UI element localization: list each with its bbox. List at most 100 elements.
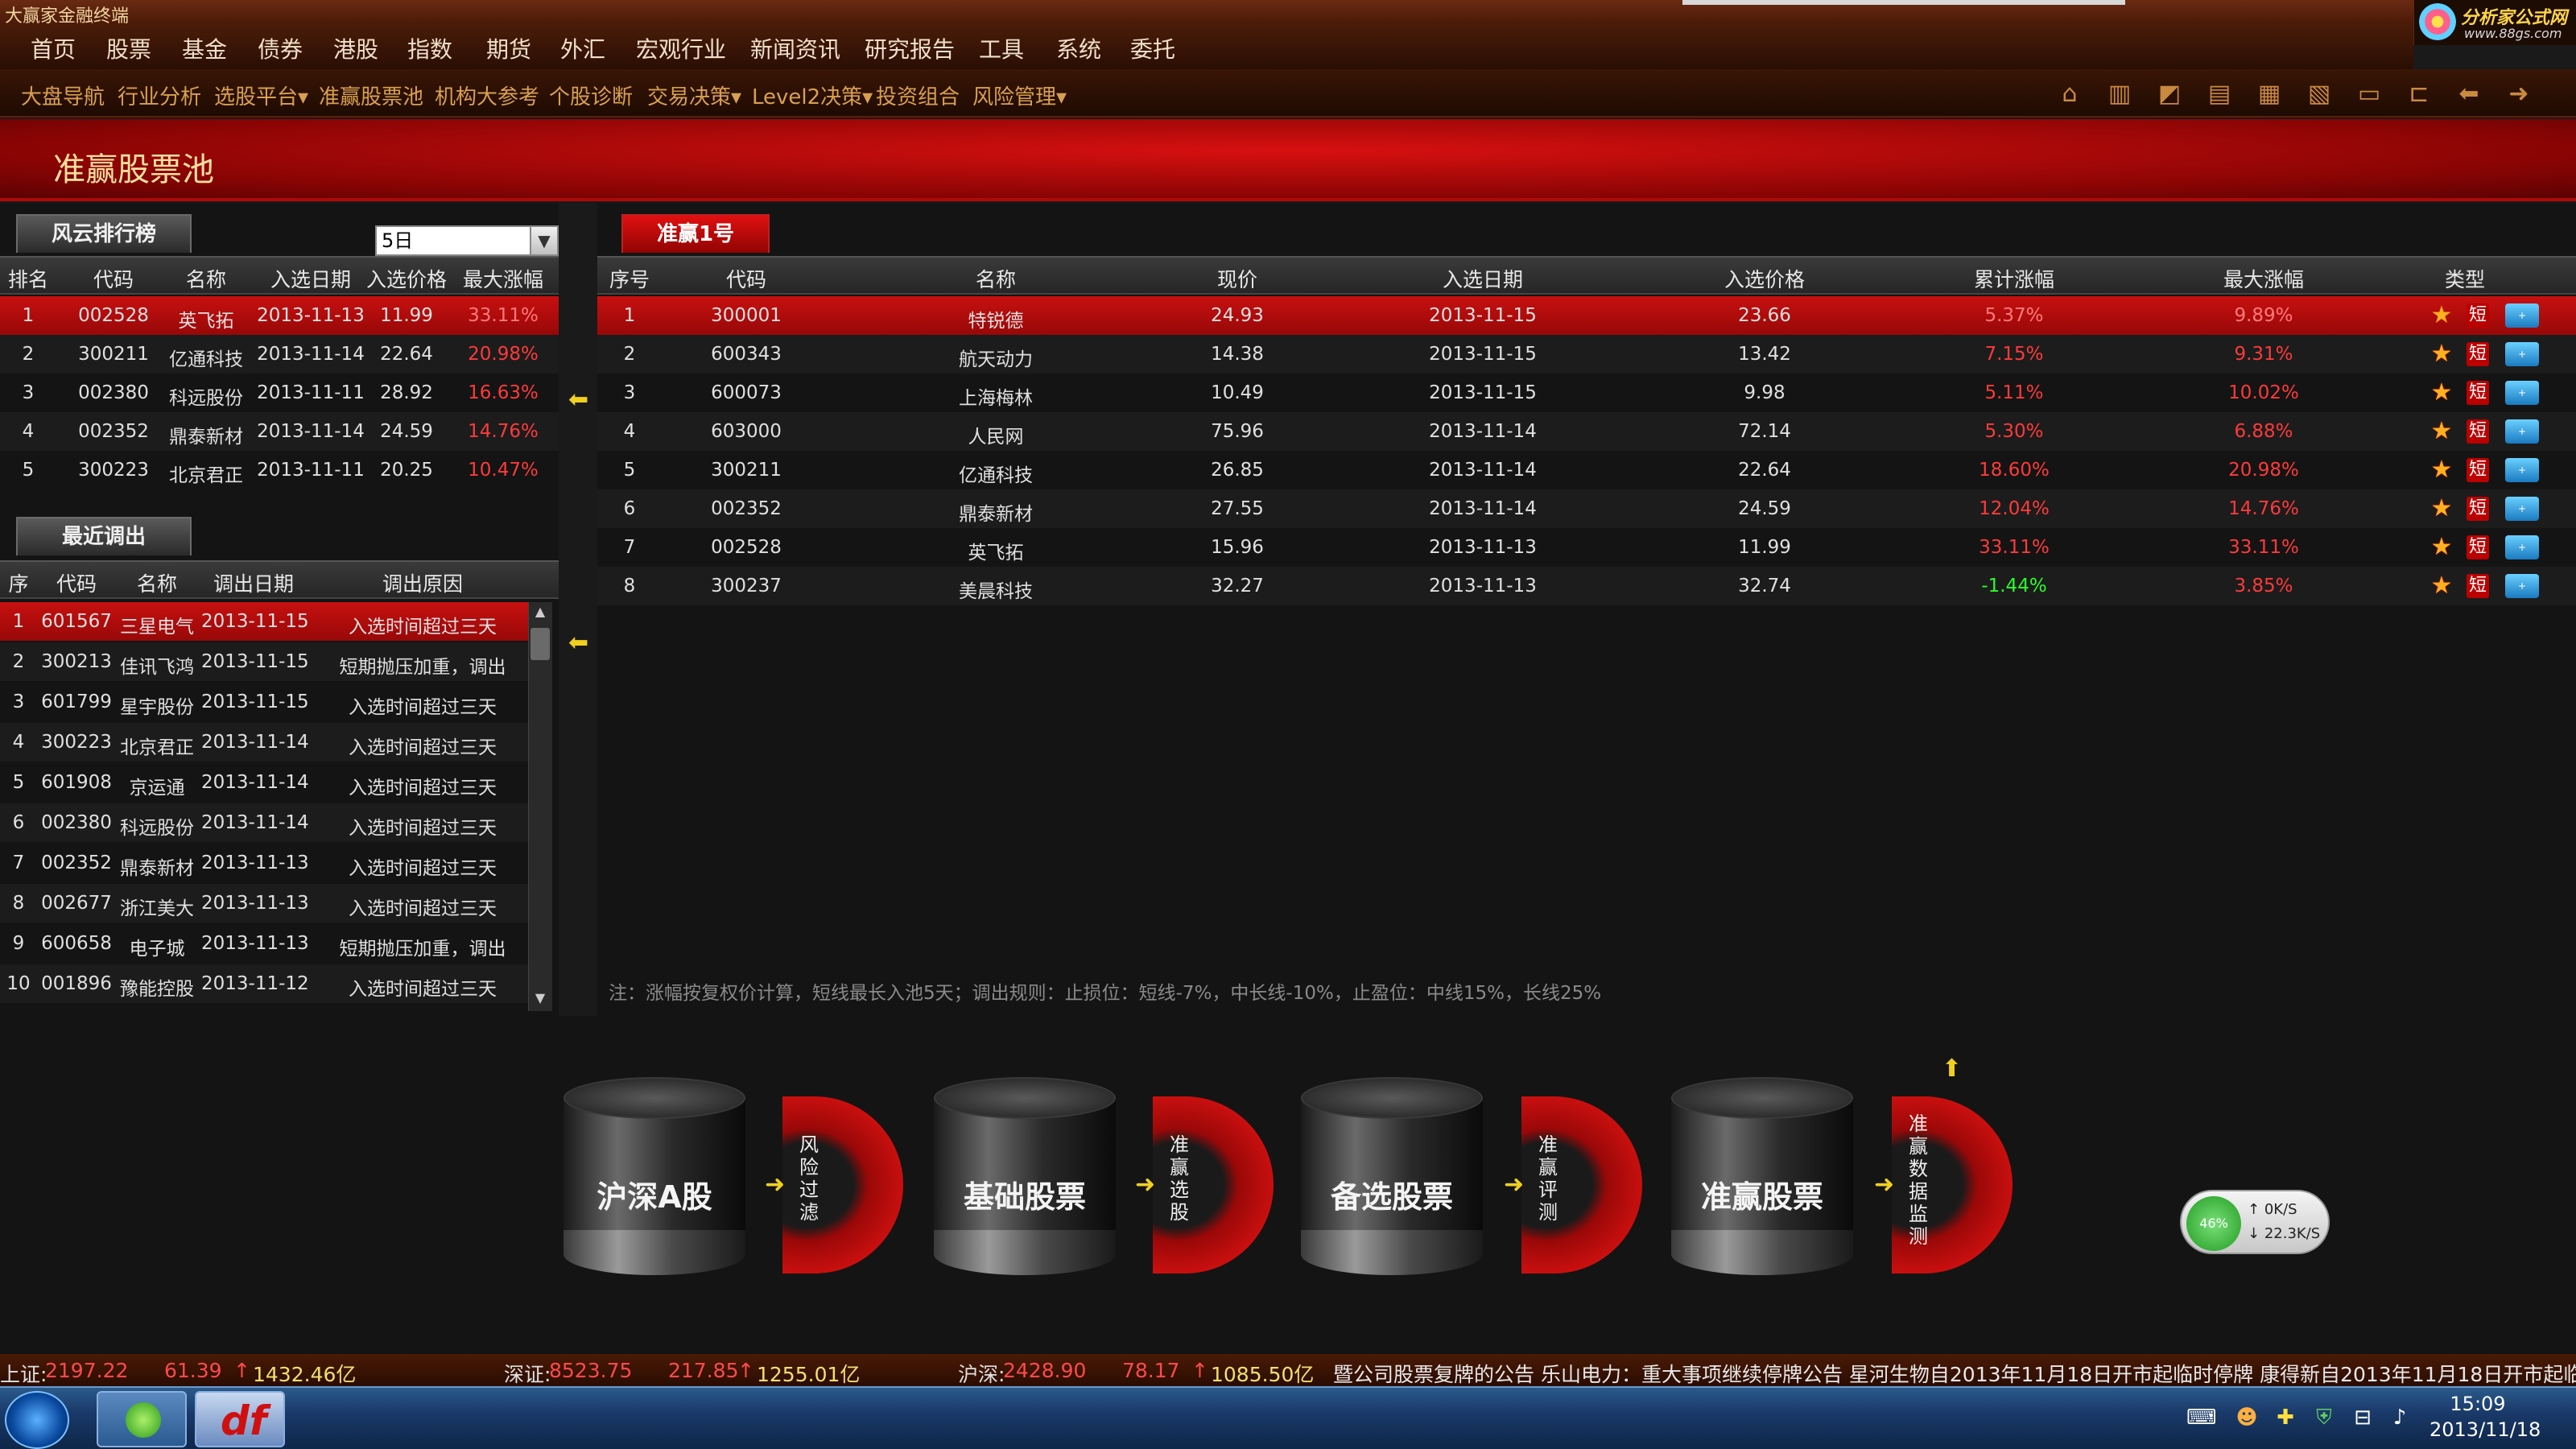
removed-row[interactable]: 8 002677 浙江美大 2013-11-13 入选时间超过三天 bbox=[0, 884, 528, 923]
short-term-badge[interactable]: 短 bbox=[2467, 342, 2489, 366]
home-icon[interactable]: ⌂ bbox=[2054, 80, 2085, 108]
toolbar-item[interactable]: 风险管理▾ bbox=[972, 80, 1067, 110]
star-icon[interactable]: ★ bbox=[2429, 381, 2454, 405]
menu-item[interactable]: 指数 bbox=[407, 32, 452, 64]
network-speed-widget[interactable]: 46% ↑ 0K/S ↓ 22.3K/S bbox=[2180, 1190, 2330, 1254]
removed-row[interactable]: 2 300213 佳讯飞鸿 2013-11-15 短期抛压加重，调出 bbox=[0, 642, 528, 681]
fb-icon[interactable]: ▦ bbox=[2254, 80, 2285, 108]
add-to-watchlist-icon[interactable]: + bbox=[2505, 458, 2539, 482]
chart-icon[interactable]: ◩ bbox=[2154, 80, 2185, 108]
short-term-badge[interactable]: 短 bbox=[2467, 574, 2489, 598]
ranking-row[interactable]: 2 300211 亿通科技 2013-11-14 22.64 20.98% bbox=[0, 335, 559, 374]
menu-item[interactable]: 外汇 bbox=[560, 32, 605, 64]
menu-item[interactable]: 新闻资讯 bbox=[750, 32, 840, 64]
toolbar-item[interactable]: 个股诊断 bbox=[549, 80, 633, 110]
volume-icon[interactable]: ♪ bbox=[2388, 1406, 2412, 1430]
clock-time[interactable]: 15:09 bbox=[2429, 1393, 2526, 1415]
toolbar-item[interactable]: 机构大参考 bbox=[435, 80, 539, 110]
add-to-watchlist-icon[interactable]: + bbox=[2505, 535, 2539, 559]
star-icon[interactable]: ★ bbox=[2429, 497, 2454, 521]
menu-item[interactable]: 研究报告 bbox=[865, 32, 955, 64]
clock-date[interactable]: 2013/11/18 bbox=[2429, 1418, 2541, 1441]
add-to-watchlist-icon[interactable]: + bbox=[2505, 342, 2539, 366]
ranking-row[interactable]: 4 002352 鼎泰新材 2013-11-14 24.59 14.76% bbox=[0, 412, 559, 451]
menu-item[interactable]: 基金 bbox=[182, 32, 227, 64]
ranking-row[interactable]: 3 002380 科远股份 2013-11-11 28.92 16.63% bbox=[0, 374, 559, 412]
ranking-row[interactable]: 5 300223 北京君正 2013-11-11 20.25 10.47% bbox=[0, 451, 559, 489]
forward-icon[interactable]: ➜ bbox=[2504, 80, 2534, 108]
f10-icon[interactable]: ▤ bbox=[2204, 80, 2235, 108]
short-term-badge[interactable]: 短 bbox=[2467, 419, 2489, 444]
toolbar-item[interactable]: Level2决策▾ bbox=[752, 80, 873, 110]
toolbar-item[interactable]: 大盘导航 bbox=[21, 80, 105, 110]
removed-row[interactable]: 7 002352 鼎泰新材 2013-11-13 入选时间超过三天 bbox=[0, 844, 528, 882]
star-icon[interactable]: ★ bbox=[2429, 458, 2454, 482]
menu-item[interactable]: 港股 bbox=[333, 32, 378, 64]
star-icon[interactable]: ★ bbox=[2429, 342, 2454, 366]
pool-row[interactable]: 5 300211 亿通科技 26.85 2013-11-14 22.64 18.60% 20.… bbox=[597, 451, 2576, 489]
taskbar-app-button[interactable]: df bbox=[195, 1391, 285, 1447]
removed-row[interactable]: 3 601799 星宇股份 2013-11-15 入选时间超过三天 bbox=[0, 683, 528, 721]
scroll-thumb[interactable] bbox=[530, 628, 550, 660]
pool-row[interactable]: 1 300001 特锐德 24.93 2013-11-15 23.66 5.37% 9.89%… bbox=[597, 296, 2576, 335]
keyboard-icon[interactable]: ⌨ bbox=[2186, 1406, 2217, 1430]
add-to-watchlist-icon[interactable]: + bbox=[2505, 381, 2539, 405]
back-icon[interactable]: ⬅ bbox=[2454, 80, 2484, 108]
star-icon[interactable]: ★ bbox=[2429, 535, 2454, 559]
chevron-down-icon[interactable]: ▼ bbox=[530, 227, 557, 254]
window-icon[interactable]: ⊏ bbox=[2404, 80, 2434, 108]
scroll-down-icon[interactable]: ▼ bbox=[530, 990, 550, 1009]
menu-item[interactable]: 股票 bbox=[106, 32, 151, 64]
pool-row[interactable]: 7 002528 英飞拓 15.96 2013-11-13 11.99 33.11% 33.1… bbox=[597, 528, 2576, 567]
star-icon[interactable]: ★ bbox=[2429, 303, 2454, 328]
short-term-badge[interactable]: 短 bbox=[2467, 458, 2489, 482]
short-term-badge[interactable]: 短 bbox=[2467, 497, 2489, 521]
star-icon[interactable]: ★ bbox=[2429, 574, 2454, 598]
book-icon[interactable]: ▥ bbox=[2104, 80, 2135, 108]
short-term-badge[interactable]: 短 bbox=[2467, 535, 2489, 559]
network-tray-icon[interactable]: ⊟ bbox=[2351, 1406, 2375, 1430]
add-to-watchlist-icon[interactable]: + bbox=[2505, 497, 2539, 521]
period-select[interactable]: 5日 ▼ bbox=[375, 225, 559, 256]
toolbar-item[interactable]: 交易决策▾ bbox=[647, 80, 741, 110]
menu-item[interactable]: 工具 bbox=[979, 32, 1024, 64]
add-to-watchlist-icon[interactable]: + bbox=[2505, 419, 2539, 444]
removed-row[interactable]: 4 300223 北京君正 2013-11-14 入选时间超过三天 bbox=[0, 723, 528, 762]
toolbar-item[interactable]: 选股平台▾ bbox=[214, 80, 308, 110]
removed-row[interactable]: 1 601567 三星电气 2013-11-15 入选时间超过三天 bbox=[0, 602, 528, 641]
tab-recently-removed[interactable]: 最近调出 bbox=[16, 517, 192, 555]
taskbar-browser-button[interactable] bbox=[97, 1391, 187, 1447]
shield-icon[interactable]: ⛨ bbox=[2312, 1406, 2336, 1430]
toolbar-item[interactable]: 准赢股票池 bbox=[319, 80, 423, 110]
add-to-watchlist-icon[interactable]: + bbox=[2505, 574, 2539, 598]
start-button[interactable] bbox=[5, 1391, 69, 1449]
removed-row[interactable]: 6 002380 科远股份 2013-11-14 入选时间超过三天 bbox=[0, 803, 528, 842]
title-search-input[interactable] bbox=[1682, 0, 2125, 5]
pool-row[interactable]: 4 603000 人民网 75.96 2013-11-14 72.14 5.30% 6.88%… bbox=[597, 412, 2576, 451]
menu-item[interactable]: 系统 bbox=[1056, 32, 1101, 64]
user-icon[interactable]: ☻ bbox=[2235, 1406, 2259, 1430]
add-to-watchlist-icon[interactable]: + bbox=[2505, 303, 2539, 328]
tab-ranking[interactable]: 风云排行榜 bbox=[16, 214, 192, 253]
star-icon[interactable]: ★ bbox=[2429, 419, 2454, 444]
menu-item[interactable]: 委托 bbox=[1130, 32, 1175, 64]
menu-item[interactable]: 债券 bbox=[258, 32, 303, 64]
removed-row[interactable]: 9 600658 电子城 2013-11-13 短期抛压加重，调出 bbox=[0, 924, 528, 963]
menu-item[interactable]: 期货 bbox=[486, 32, 531, 64]
removed-row[interactable]: 10 001896 豫能控股 2013-11-12 入选时间超过三天 bbox=[0, 964, 528, 1003]
pool-row[interactable]: 8 300237 美晨科技 32.27 2013-11-13 32.74 -1.44% 3.8… bbox=[597, 567, 2576, 605]
pool-row[interactable]: 6 002352 鼎泰新材 27.55 2013-11-14 24.59 12.04% 14.… bbox=[597, 489, 2576, 528]
update-icon[interactable]: ✚ bbox=[2273, 1406, 2297, 1430]
menu-item[interactable]: 首页 bbox=[31, 32, 76, 64]
scroll-up-icon[interactable]: ▲ bbox=[530, 604, 550, 623]
removed-row[interactable]: 5 601908 京运通 2013-11-14 入选时间超过三天 bbox=[0, 763, 528, 802]
short-term-badge[interactable]: 短 bbox=[2467, 303, 2489, 328]
toolbar-item[interactable]: 投资组合 bbox=[876, 80, 960, 110]
layout-icon[interactable]: ▭ bbox=[2354, 80, 2384, 108]
pool-row[interactable]: 2 600343 航天动力 14.38 2013-11-15 13.42 7.15% 9.31… bbox=[597, 335, 2576, 374]
pool-row[interactable]: 3 600073 上海梅林 10.49 2013-11-15 9.98 5.11% 10.02… bbox=[597, 374, 2576, 412]
fid-icon[interactable]: ▧ bbox=[2304, 80, 2334, 108]
tab-pool-1[interactable]: 准赢1号 bbox=[621, 214, 770, 253]
short-term-badge[interactable]: 短 bbox=[2467, 381, 2489, 405]
toolbar-item[interactable]: 行业分析 bbox=[118, 80, 201, 110]
